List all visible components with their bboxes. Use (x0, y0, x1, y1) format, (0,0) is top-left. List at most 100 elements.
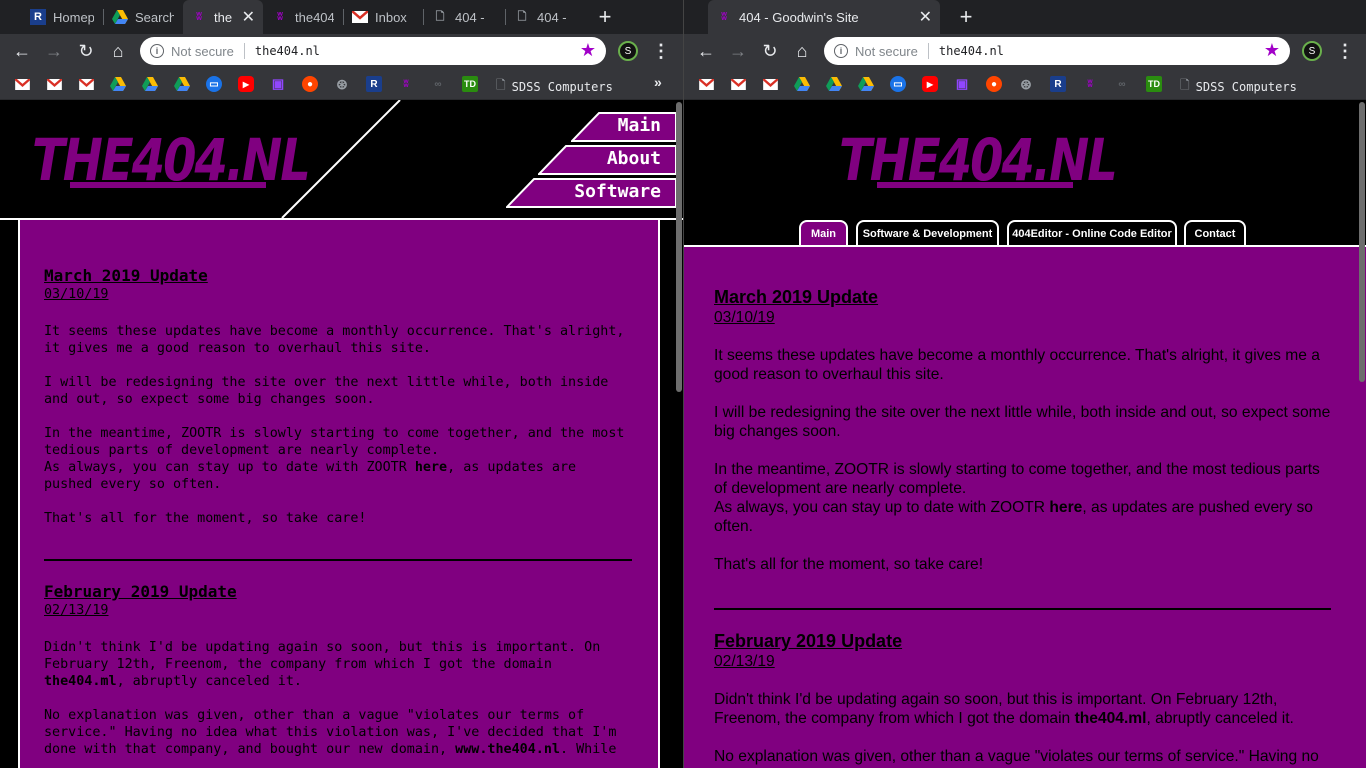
bookmarks-overflow-button[interactable]: » (654, 74, 662, 90)
scrollbar-thumb[interactable] (676, 102, 682, 392)
post-date: 02/13/19 (44, 603, 109, 618)
reddit-bookmark-icon[interactable]: ● (302, 76, 318, 92)
bookmarks-bar: ▭ ▶ ▣ ● ⊛ R ʬ ∞ TD 🗋 SDSS Computers » (0, 68, 683, 100)
post-march-2019: March 2019 Update 03/10/19 It seems thes… (44, 266, 632, 527)
zootr-link[interactable]: here (415, 460, 447, 475)
r-bookmark-icon[interactable]: R (1050, 76, 1066, 92)
post-paragraph: That's all for the moment, so take care! (44, 511, 367, 526)
link-bookmark-icon[interactable]: ∞ (430, 76, 446, 92)
site-nav-tabs: Main Software & Development 404Editor - … (684, 220, 1366, 246)
post-paragraph: Didn't think I'd be updating again so so… (714, 691, 1294, 727)
nav-software[interactable]: Software (506, 178, 677, 208)
chat-bookmark-icon[interactable]: ▭ (890, 76, 906, 92)
address-bar[interactable]: i Not secure the404.nl ★ (140, 37, 606, 65)
address-bar[interactable]: i Not secure the404.nl ★ (824, 37, 1290, 65)
nav-tab-main[interactable]: Main (799, 220, 848, 246)
post-date: 02/13/19 (714, 653, 775, 670)
drive-bookmark-icon[interactable] (858, 76, 874, 92)
chat-bookmark-icon[interactable]: ▭ (206, 76, 222, 92)
bookmark-star-icon[interactable]: ★ (1264, 40, 1280, 61)
old-domain-link[interactable]: the404.ml (44, 674, 117, 689)
tab-homepage[interactable]: R Homepa (22, 0, 102, 34)
back-arrow-icon[interactable]: ← (694, 39, 718, 63)
td-bookmark-icon[interactable]: TD (1146, 76, 1162, 92)
drive-bookmark-icon[interactable] (110, 76, 126, 92)
info-icon[interactable]: i (834, 44, 848, 58)
r-bookmark-icon[interactable]: R (366, 76, 382, 92)
post-february-2019: February 2019 Update 02/13/19 Didn't thi… (714, 630, 1331, 766)
home-icon[interactable]: ⌂ (790, 39, 814, 63)
bookmark-sdss-computers[interactable]: 🗋 SDSS Computers (496, 76, 613, 97)
r-logo-icon: R (30, 9, 46, 25)
nav-tab-contact[interactable]: Contact (1184, 220, 1246, 246)
post-divider (714, 608, 1331, 610)
new-tab-button[interactable]: + (592, 4, 618, 30)
gmail-bookmark-icon[interactable] (78, 76, 94, 92)
aperture-bookmark-icon[interactable]: ⊛ (1018, 76, 1034, 92)
site-new-theme: THE404.NL Main Software & Development 40… (684, 100, 1366, 768)
post-title[interactable]: February 2019 Update (44, 582, 632, 602)
close-tab-icon[interactable]: ✕ (913, 7, 932, 27)
the404-bookmark-icon[interactable]: ʬ (398, 76, 414, 92)
tab-goodwins-site-active[interactable]: ʬ 404 - Goodwin's Site ✕ (708, 0, 940, 34)
bookmark-sdss-computers[interactable]: 🗋 SDSS Computers (1180, 76, 1297, 97)
post-title[interactable]: March 2019 Update (714, 286, 1331, 308)
kebab-menu-icon[interactable]: ⋮ (652, 39, 670, 63)
tab-the404[interactable]: ʬ the404 (264, 0, 342, 34)
twitch-bookmark-icon[interactable]: ▣ (270, 76, 286, 92)
extension-icon[interactable]: S (1302, 41, 1322, 61)
td-bookmark-icon[interactable]: TD (462, 76, 478, 92)
nav-tab-software-development[interactable]: Software & Development (856, 220, 999, 246)
post-title[interactable]: March 2019 Update (44, 266, 632, 286)
drive-bookmark-icon[interactable] (826, 76, 842, 92)
info-icon[interactable]: i (150, 44, 164, 58)
link-bookmark-icon[interactable]: ∞ (1114, 76, 1130, 92)
new-tab-button[interactable]: + (953, 4, 979, 30)
nav-tab-404editor[interactable]: 404Editor - Online Code Editor (1007, 220, 1177, 246)
reload-icon[interactable]: ↻ (758, 39, 782, 63)
kebab-menu-icon[interactable]: ⋮ (1336, 39, 1354, 63)
close-tab-icon[interactable]: ✕ (236, 7, 255, 27)
drive-bookmark-icon[interactable] (174, 76, 190, 92)
reload-icon[interactable]: ↻ (74, 39, 98, 63)
the404-bookmark-icon[interactable]: ʬ (1082, 76, 1098, 92)
page-icon: 🗋 (517, 10, 527, 23)
gmail-bookmark-icon[interactable] (762, 76, 778, 92)
nav-about[interactable]: About (538, 145, 677, 175)
extension-icon[interactable]: S (618, 41, 638, 61)
forward-arrow-icon[interactable]: → (726, 39, 750, 63)
tab-the404-active[interactable]: ʬ the ✕ (183, 0, 263, 34)
gmail-bookmark-icon[interactable] (730, 76, 746, 92)
scrollbar-thumb[interactable] (1359, 102, 1365, 382)
site-old-theme: THE404.NL Main About Software March 2019… (0, 100, 683, 768)
twitch-bookmark-icon[interactable]: ▣ (954, 76, 970, 92)
post-date: 03/10/19 (44, 287, 109, 302)
home-icon[interactable]: ⌂ (106, 39, 130, 63)
page-viewport: THE404.NL Main About Software March 2019… (0, 100, 683, 768)
youtube-bookmark-icon[interactable]: ▶ (238, 76, 254, 92)
reddit-bookmark-icon[interactable]: ● (986, 76, 1002, 92)
bookmark-star-icon[interactable]: ★ (580, 40, 596, 61)
tab-404-b[interactable]: 🗋 404 - (506, 0, 586, 34)
drive-bookmark-icon[interactable] (142, 76, 158, 92)
toolbar: ← → ↻ ⌂ i Not secure the404.nl ★ S ⋮ (0, 34, 683, 68)
forward-arrow-icon[interactable]: → (42, 39, 66, 63)
gmail-bookmark-icon[interactable] (46, 76, 62, 92)
new-domain-link[interactable]: www.the404.nl (455, 742, 560, 757)
aperture-bookmark-icon[interactable]: ⊛ (334, 76, 350, 92)
tab-404-a[interactable]: 🗋 404 - (424, 0, 504, 34)
tab-search[interactable]: Search (104, 0, 182, 34)
drive-bookmark-icon[interactable] (794, 76, 810, 92)
gmail-bookmark-icon[interactable] (698, 76, 714, 92)
post-title[interactable]: February 2019 Update (714, 630, 1331, 652)
zootr-link[interactable]: here (1049, 499, 1082, 516)
youtube-bookmark-icon[interactable]: ▶ (922, 76, 938, 92)
post-february-2019: February 2019 Update 02/13/19 Didn't thi… (44, 582, 632, 758)
tab-inbox[interactable]: Inbox (344, 0, 422, 34)
old-domain-link[interactable]: the404.ml (1075, 710, 1147, 727)
logo-underline (70, 182, 266, 188)
gmail-bookmark-icon[interactable] (14, 76, 30, 92)
post-paragraph: No explanation was given, other than a v… (44, 708, 617, 757)
nav-main[interactable]: Main (571, 112, 677, 142)
back-arrow-icon[interactable]: ← (10, 39, 34, 63)
